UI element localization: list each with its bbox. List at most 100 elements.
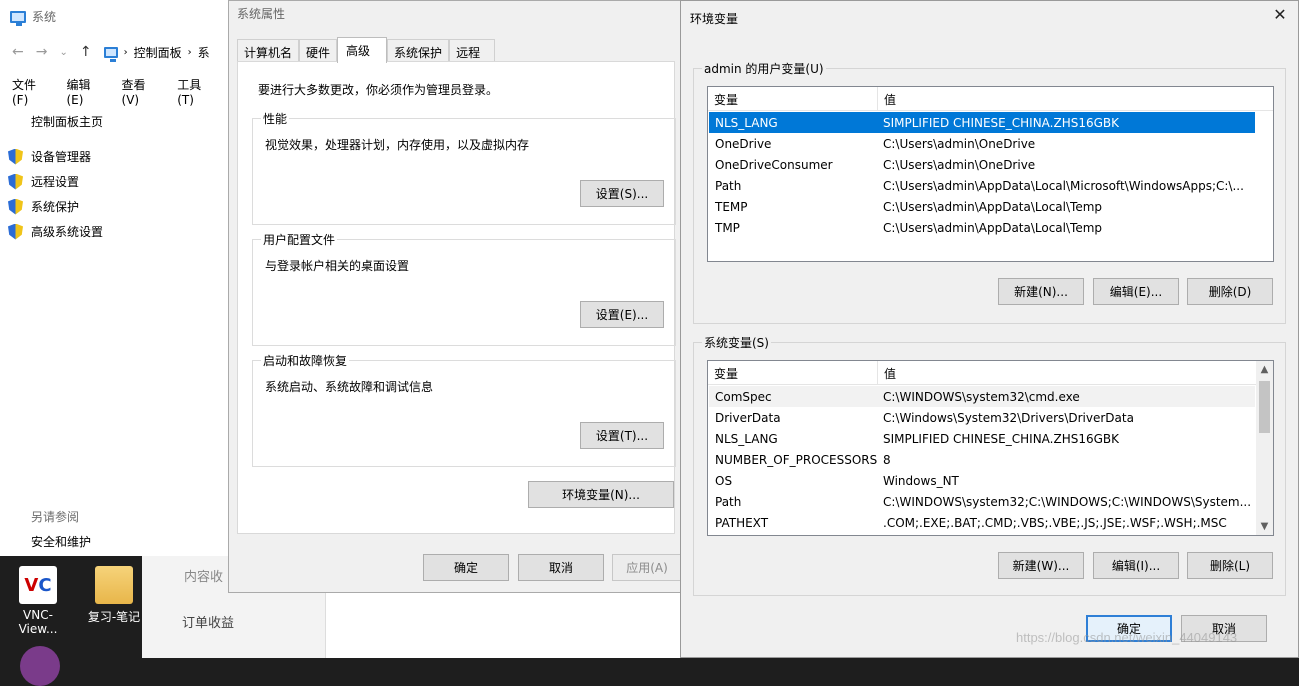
user-edit-button[interactable]: 编辑(E)...	[1093, 278, 1179, 305]
system-variables-list[interactable]: 变量 值 ComSpec C:\WINDOWS\system32\cmd.exe…	[707, 360, 1274, 536]
user-delete-button[interactable]: 删除(D)	[1187, 278, 1273, 305]
system-properties-dialog: 系统属性 计算机名 硬件 高级 系统保护 远程 要进行大多数更改，你必须作为管理…	[228, 0, 682, 593]
ok-button[interactable]: 确定	[423, 554, 509, 581]
variable-name: PATHEXT	[715, 515, 769, 530]
watermark: https://blog.csdn.net/weixin_44049143	[1016, 630, 1238, 645]
scroll-up-icon[interactable]: ▲	[1256, 361, 1273, 378]
table-row[interactable]: OS Windows_NT	[709, 470, 1255, 491]
scroll-down-icon[interactable]: ▼	[1256, 518, 1273, 535]
variable-name: OS	[715, 473, 733, 488]
tab-remote[interactable]: 远程	[449, 39, 496, 62]
control-panel-home-link[interactable]: 控制面板主页	[31, 113, 103, 130]
table-row[interactable]: TEMP C:\Users\admin\AppData\Local\Temp	[709, 196, 1255, 217]
security-maintenance-link[interactable]: 安全和维护	[31, 533, 91, 550]
avatar	[20, 646, 60, 686]
admin-note: 要进行大多数更改，你必须作为管理员登录。	[258, 83, 499, 97]
variable-value: SIMPLIFIED CHINESE_CHINA.ZHS16GBK	[883, 431, 1120, 446]
chevron-right-icon: ›	[187, 46, 192, 58]
table-row[interactable]: OneDriveConsumer C:\Users\admin\OneDrive	[709, 154, 1255, 175]
table-row[interactable]: DriverData C:\Windows\System32\Drivers\D…	[709, 407, 1255, 428]
table-row[interactable]: NLS_LANG SIMPLIFIED CHINESE_CHINA.ZHS16G…	[709, 112, 1255, 133]
task-device-manager[interactable]: 设备管理器	[8, 148, 91, 165]
group-title: 启动和故障恢复	[261, 352, 350, 369]
navigation-bar: ← → ⌄ ↑ › 控制面板 › 系	[0, 38, 232, 66]
menu-view[interactable]: 查看(V)	[122, 76, 162, 107]
folder-icon	[95, 566, 133, 604]
startup-recovery-settings-button[interactable]: 设置(T)...	[580, 422, 664, 449]
table-row[interactable]: NLS_LANG SIMPLIFIED CHINESE_CHINA.ZHS16G…	[709, 428, 1255, 449]
user-variables-list[interactable]: 变量 值 NLS_LANG SIMPLIFIED CHINESE_CHINA.Z…	[707, 86, 1274, 262]
system-new-button[interactable]: 新建(W)...	[998, 552, 1084, 579]
shield-icon	[8, 174, 23, 190]
window-title-text: 系统	[32, 10, 57, 24]
user-profiles-group: 用户配置文件 与登录帐户相关的桌面设置 设置(E)...	[252, 231, 676, 346]
breadcrumb[interactable]: › 控制面板 › 系	[103, 44, 210, 62]
table-row[interactable]: OneDrive C:\Users\admin\OneDrive	[709, 133, 1255, 154]
variable-value: 8	[883, 452, 891, 467]
breadcrumb-item[interactable]: 系	[198, 44, 210, 61]
chevron-right-icon: ›	[123, 46, 128, 58]
desktop-icon-vnc[interactable]: VC VNC-View...	[6, 566, 70, 636]
up-arrow-icon[interactable]: ↑	[80, 44, 92, 60]
performance-settings-button[interactable]: 设置(S)...	[580, 180, 664, 207]
dialog-title: 环境变量	[690, 12, 739, 26]
table-row[interactable]: TMP C:\Users\admin\AppData\Local\Temp	[709, 217, 1255, 238]
advanced-tab-panel: 要进行大多数更改，你必须作为管理员登录。 性能 视觉效果，处理器计划，内存使用，…	[237, 61, 676, 534]
variable-value: C:\Windows\System32\Drivers\DriverData	[883, 410, 1134, 425]
close-icon[interactable]: ✕	[1272, 7, 1288, 23]
variable-value: C:\Users\admin\OneDrive	[883, 136, 1036, 151]
table-row[interactable]: PATHEXT .COM;.EXE;.BAT;.CMD;.VBS;.VBE;.J…	[709, 512, 1255, 533]
table-row[interactable]: ComSpec C:\WINDOWS\system32\cmd.exe	[709, 386, 1255, 407]
table-row[interactable]: Path C:\WINDOWS\system32;C:\WINDOWS;C:\W…	[709, 491, 1255, 512]
column-header-value[interactable]: 值	[878, 87, 1273, 111]
cancel-button[interactable]: 取消	[518, 554, 604, 581]
tab-bar: 计算机名 硬件 高级 系统保护 远程	[237, 37, 496, 63]
list-header: 变量 值	[708, 87, 1273, 111]
task-label: 远程设置	[31, 175, 80, 189]
group-description: 视觉效果，处理器计划，内存使用，以及虚拟内存	[265, 138, 530, 152]
user-new-button[interactable]: 新建(N)...	[998, 278, 1084, 305]
group-title: admin 的用户变量(U)	[702, 60, 826, 77]
table-row[interactable]: NUMBER_OF_PROCESSORS 8	[709, 449, 1255, 470]
apply-button[interactable]: 应用(A)	[612, 554, 682, 581]
desktop-icon-notes[interactable]: 复习-笔记	[82, 566, 146, 625]
vertical-scrollbar[interactable]: ▲ ▼	[1256, 361, 1273, 535]
variable-name: TMP	[715, 220, 740, 235]
task-label: 高级系统设置	[31, 225, 104, 239]
back-arrow-icon[interactable]: ←	[12, 44, 24, 60]
environment-variables-dialog: 环境变量 ✕ admin 的用户变量(U) 变量 值 NLS_LANG SIMP…	[680, 0, 1299, 658]
column-header-name[interactable]: 变量	[708, 361, 878, 385]
breadcrumb-item[interactable]: 控制面板	[134, 44, 182, 61]
tab-computer-name[interactable]: 计算机名	[237, 39, 300, 62]
environment-variables-button[interactable]: 环境变量(N)...	[528, 481, 674, 508]
variable-name: TEMP	[715, 199, 748, 214]
task-system-protection[interactable]: 系统保护	[8, 198, 79, 215]
system-delete-button[interactable]: 删除(L)	[1187, 552, 1273, 579]
system-edit-button[interactable]: 编辑(I)...	[1093, 552, 1179, 579]
forward-arrow-icon[interactable]: →	[36, 44, 48, 60]
startup-recovery-group: 启动和故障恢复 系统启动、系统故障和调试信息 设置(T)...	[252, 352, 676, 467]
task-advanced-settings[interactable]: 高级系统设置	[8, 223, 103, 240]
background-app-item[interactable]: 内容收	[184, 566, 223, 585]
user-variables-group: admin 的用户变量(U) 变量 值 NLS_LANG SIMPLIFIED …	[693, 60, 1286, 324]
menu-tools[interactable]: 工具(T)	[177, 76, 216, 107]
table-row[interactable]: Path C:\Users\admin\AppData\Local\Micros…	[709, 175, 1255, 196]
chevron-down-icon[interactable]: ⌄	[59, 47, 67, 58]
column-header-value[interactable]: 值	[878, 361, 1258, 385]
menu-file[interactable]: 文件(F)	[12, 76, 50, 107]
background-app-item[interactable]: 订单收益	[182, 612, 234, 631]
task-label: 系统保护	[31, 200, 80, 214]
variable-value: .COM;.EXE;.BAT;.CMD;.VBS;.VBE;.JS;.JSE;.…	[883, 515, 1227, 530]
tab-advanced[interactable]: 高级	[337, 37, 388, 63]
task-remote-settings[interactable]: 远程设置	[8, 173, 79, 190]
group-title: 系统变量(S)	[702, 334, 771, 351]
system-variables-group: 系统变量(S) 变量 值 ComSpec C:\WINDOWS\system32…	[693, 334, 1286, 596]
tab-hardware[interactable]: 硬件	[299, 39, 338, 62]
variable-name: OneDrive	[715, 136, 772, 151]
menu-edit[interactable]: 编辑(E)	[66, 76, 105, 107]
tab-system-protection[interactable]: 系统保护	[387, 39, 450, 62]
variable-name: OneDriveConsumer	[715, 157, 833, 172]
scrollbar-thumb[interactable]	[1259, 381, 1270, 433]
user-profiles-settings-button[interactable]: 设置(E)...	[580, 301, 664, 328]
column-header-name[interactable]: 变量	[708, 87, 878, 111]
